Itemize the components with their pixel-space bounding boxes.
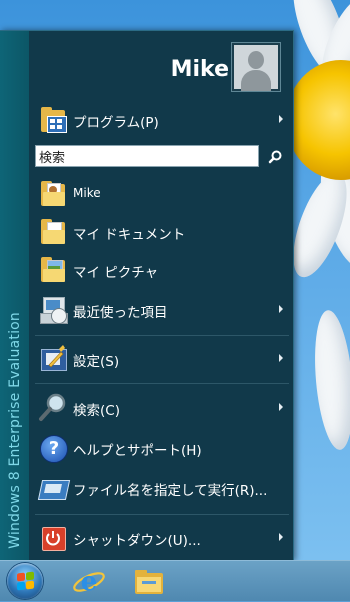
internet-explorer-icon[interactable]: e: [72, 564, 106, 598]
search-input[interactable]: [35, 145, 259, 167]
menu-my-documents-label: マイ ドキュメント: [73, 227, 186, 243]
magnifier-icon: [37, 392, 69, 424]
menu-help-label: ヘルプとサポート(H): [73, 443, 202, 459]
menu-settings[interactable]: 設定(S): [35, 342, 289, 376]
edition-strip: Windows 8 Enterprise Evaluation: [0, 31, 29, 561]
start-menu-main: Mike プログラム(P) 検索 Mike マイ ドキュメント マイ ピクチャ …: [29, 31, 293, 561]
menu-user-folder-label: Mike: [73, 186, 101, 200]
search-row: [35, 145, 289, 169]
start-orb-icon[interactable]: [7, 563, 43, 599]
menu-help[interactable]: ? ヘルプとサポート(H): [35, 431, 289, 465]
menu-recent-items[interactable]: 最近使った項目: [35, 293, 289, 327]
start-menu: Windows 8 Enterprise Evaluation Mike プログ…: [0, 30, 294, 561]
documents-folder-icon: [37, 216, 69, 248]
user-folder-icon: [37, 178, 69, 210]
flower-center: [286, 60, 350, 180]
submenu-arrow-icon: [279, 403, 283, 411]
power-icon: [37, 522, 69, 554]
search-icon[interactable]: [264, 146, 286, 168]
run-icon: [37, 472, 71, 504]
menu-search-label: 検索(C): [73, 403, 120, 419]
pictures-folder-icon: [37, 254, 69, 286]
menu-my-pictures[interactable]: マイ ピクチャ: [35, 253, 289, 287]
menu-recent-items-label: 最近使った項目: [73, 305, 168, 321]
menu-run[interactable]: ファイル名を指定して実行(R)...: [35, 471, 289, 505]
taskbar: e: [0, 560, 350, 601]
submenu-arrow-icon: [279, 115, 283, 123]
menu-separator: [35, 383, 289, 384]
menu-run-label: ファイル名を指定して実行(R)...: [73, 483, 268, 499]
menu-my-pictures-label: マイ ピクチャ: [73, 265, 159, 281]
avatar-body-icon: [241, 70, 271, 91]
menu-search[interactable]: 検索(C): [35, 391, 289, 425]
menu-shutdown[interactable]: シャットダウン(U)...: [35, 521, 289, 555]
user-avatar[interactable]: [231, 42, 281, 92]
menu-settings-label: 設定(S): [73, 354, 120, 370]
settings-icon: [37, 343, 69, 375]
user-name: Mike: [170, 57, 229, 82]
svg-text:e: e: [81, 567, 98, 597]
submenu-arrow-icon: [279, 533, 283, 541]
menu-shutdown-label: シャットダウン(U)...: [73, 533, 201, 549]
menu-programs[interactable]: プログラム(P): [35, 103, 289, 137]
avatar-head-icon: [248, 51, 264, 69]
file-explorer-icon[interactable]: [132, 565, 166, 597]
menu-separator: [35, 335, 289, 336]
submenu-arrow-icon: [279, 305, 283, 313]
edition-label: Windows 8 Enterprise Evaluation: [7, 312, 23, 549]
menu-programs-label: プログラム(P): [73, 115, 159, 131]
menu-user-folder[interactable]: Mike: [35, 177, 289, 211]
submenu-arrow-icon: [279, 354, 283, 362]
help-icon: ?: [37, 432, 69, 464]
programs-icon: [37, 104, 69, 136]
menu-separator: [35, 514, 289, 515]
menu-my-documents[interactable]: マイ ドキュメント: [35, 215, 289, 249]
recent-items-icon: [37, 294, 69, 326]
